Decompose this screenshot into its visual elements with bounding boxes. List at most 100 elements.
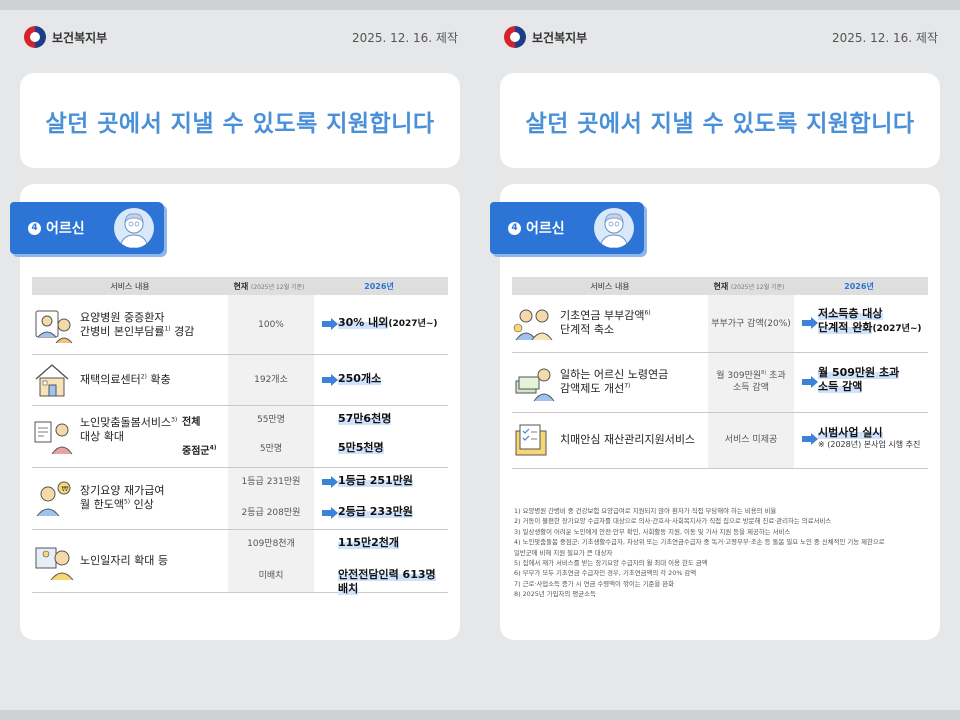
footnote: 2) 거동이 불편한 장기요양 수급자를 대상으로 의사·간호사·사회복지사가 … bbox=[514, 517, 832, 526]
section-label: 어르신 bbox=[46, 221, 85, 237]
elderly-woman-avatar-icon bbox=[594, 208, 634, 248]
section-tag: 4 어르신 bbox=[10, 202, 164, 254]
section-number: 4 bbox=[508, 221, 521, 235]
service-suffix: 확충 bbox=[146, 373, 171, 386]
new-value-2-text: 5만5천명 bbox=[338, 441, 384, 454]
col-2026: 2026년 bbox=[364, 281, 394, 291]
ministry-name: 보건복지부 bbox=[52, 30, 108, 45]
table-row: 재택의료센터2) 확충 192개소 250개소 bbox=[32, 355, 448, 406]
service-text: 노인일자리 확대 등 bbox=[80, 554, 168, 567]
service-line1-text: 기초연금 부부감액 bbox=[560, 309, 645, 322]
new-value: 30% 내외(2027년~) bbox=[338, 316, 438, 331]
col-current: 현재 (2025년 12월 기준) bbox=[228, 281, 310, 292]
arrow-right-icon bbox=[322, 476, 338, 488]
service-text: 요양병원 중증환자 간병비 본인부담률1) 경감 bbox=[80, 311, 194, 340]
service-text: 기초연금 부부감액6) 단계적 축소 bbox=[560, 309, 651, 338]
new-value-main: 30% 내외 bbox=[338, 316, 389, 329]
new-value-1: 57만6천명 bbox=[338, 412, 392, 426]
current-value-1: 1등급 231만원 bbox=[241, 477, 301, 487]
current-value: 100% bbox=[258, 320, 284, 330]
service-line2: 간병비 본인부담률1) 경감 bbox=[80, 325, 194, 339]
production-date: 2025. 12. 16. 제작 bbox=[351, 30, 458, 45]
new-value-2-text: 안전전담인력 613명 배치 bbox=[338, 568, 436, 596]
arrow-right-icon bbox=[322, 318, 338, 330]
service-line1: 재택의료센터 bbox=[80, 373, 141, 386]
title-card: 살던 곳에서 지낼 수 있도록 지원합니다 bbox=[500, 73, 940, 168]
footnote-ref: 3) bbox=[171, 416, 178, 424]
new-value-2: 5만5천명 bbox=[338, 441, 384, 455]
section-tag: 4 어르신 bbox=[490, 202, 644, 254]
current-value-2: 미배치 bbox=[258, 571, 284, 581]
new-value-line2-text: 소득 감액 bbox=[818, 380, 863, 394]
page-title: 살던 곳에서 지낼 수 있도록 지원합니다 bbox=[45, 110, 435, 137]
current-value-2: 2등급 208만원 bbox=[241, 508, 301, 518]
service-line2: 감액제도 개선7) bbox=[560, 382, 668, 396]
sub-category-all: 전체 bbox=[182, 417, 201, 428]
care-worker-icon bbox=[32, 416, 76, 456]
new-value-line2-text: 단계적 완화 bbox=[818, 321, 873, 335]
sub-category-focus: 중점군4) bbox=[182, 442, 217, 457]
col-current-note: (2025년 12월 기준) bbox=[251, 283, 305, 291]
new-value-1-text: 57만6천명 bbox=[338, 412, 392, 425]
table-row: 요양병원 중증환자 간병비 본인부담률1) 경감 100% 30% 내외(202… bbox=[32, 295, 448, 355]
new-value-main: 250개소 bbox=[338, 372, 382, 385]
current-value-1: 109만8천개 bbox=[247, 539, 295, 549]
service-line2: 월 한도액5) 인상 bbox=[80, 498, 164, 512]
new-value-note: (2027년~) bbox=[872, 324, 922, 335]
elderly-money-icon bbox=[512, 363, 556, 403]
house-clinic-icon bbox=[32, 361, 76, 401]
new-value-line2: 단계적 완화(2027년~) bbox=[818, 321, 922, 336]
footnote: 7) 근로·사업소득 증가 시 연금 수령액이 깎이는 기준을 완화 bbox=[514, 579, 675, 588]
service-line2: 대상 확대 bbox=[80, 430, 124, 444]
footnote-ref: 4) bbox=[209, 444, 217, 452]
elderly-coin-icon: ₩ bbox=[32, 478, 76, 518]
new-value-2-text: 2등급 233만원 bbox=[338, 505, 413, 518]
elderly-woman-avatar-icon bbox=[114, 208, 154, 248]
service-line2-text: 감액제도 개선 bbox=[560, 382, 625, 396]
service-line1: 요양병원 중증환자 bbox=[80, 311, 165, 324]
new-value: 저소득층 대상 단계적 완화(2027년~) bbox=[818, 307, 922, 336]
footnote-ref: 6) bbox=[644, 309, 651, 317]
current-value-line1-suffix: 초과 bbox=[766, 371, 786, 381]
footnote: 8) 2025년 가입자의 평균소득 bbox=[514, 590, 596, 598]
current-value-2: 5만명 bbox=[259, 444, 283, 454]
col-current-label: 현재 bbox=[713, 281, 729, 291]
col-2026: 2026년 bbox=[844, 281, 874, 291]
content-card: 4 어르신 서비스 내용 현재 (2025년 12월 기준) 2026년 bbox=[490, 184, 940, 640]
footnote: 1) 요양병원 간병비 중 건강보험 요양급여로 지원되지 않아 환자가 직접 … bbox=[514, 507, 777, 515]
service-line1: 노인맞춤돌봄서비스3) bbox=[80, 416, 177, 430]
service-line1-text: 노인맞춤돌봄서비스 bbox=[80, 416, 172, 429]
content-card: 4 어르신 서비스 내용 현재 (2025년 12월 기준) 2026년 bbox=[10, 184, 460, 640]
footnote: 3) 일상생활이 어려운 노인에게 안전·안부 확인, 사회활동 지원, 이동 … bbox=[514, 527, 791, 536]
new-value: 250개소 bbox=[338, 372, 382, 386]
table-row: 노인맞춤돌봄서비스3) 대상 확대 전체 중점군4) 55만명 5만명 57만6… bbox=[32, 406, 448, 468]
service-line1: 기초연금 부부감액6) bbox=[560, 309, 651, 323]
section-number: 4 bbox=[28, 221, 41, 235]
new-value-line1: 시범사업 실시 bbox=[818, 426, 920, 440]
ministry-logo: 보건복지부 bbox=[504, 26, 587, 48]
sub-category-focus-text: 중점군 bbox=[182, 446, 210, 457]
section-label: 어르신 bbox=[526, 221, 565, 237]
col-service: 서비스 내용 bbox=[590, 281, 630, 291]
new-value-note: ※ (2028년) 본사업 시행 추진 bbox=[818, 440, 921, 450]
service-text: 일하는 어르신 노령연금 감액제도 개선7) bbox=[560, 368, 668, 397]
footnote: 5) 집에서 재가 서비스를 받는 장기요양 수급자의 월 최대 이용 한도 금… bbox=[514, 558, 708, 567]
current-value-line1-text: 월 309만원 bbox=[716, 371, 762, 381]
right-page: 보건복지부 2025. 12. 16. 제작 살던 곳에서 지낼 수 있도록 지… bbox=[480, 10, 960, 710]
new-value: 시범사업 실시 ※ (2028년) 본사업 시행 추진 bbox=[818, 426, 920, 451]
bottom-border bbox=[0, 710, 960, 720]
current-value: 부부가구 감액(20%) bbox=[711, 319, 791, 329]
page-header: 보건복지부 2025. 12. 16. 제작 bbox=[504, 24, 938, 50]
ministry-logo: 보건복지부 bbox=[24, 26, 107, 48]
svg-text:₩: ₩ bbox=[62, 485, 69, 493]
new-value-1: 1등급 251만원 bbox=[338, 474, 413, 488]
service-line2: 단계적 축소 bbox=[560, 323, 615, 337]
elderly-worker-icon bbox=[32, 542, 76, 582]
current-value-1: 55만명 bbox=[256, 415, 285, 425]
footnotes: 1) 요양병원 간병비 중 건강보험 요양급여로 지원되지 않아 환자가 직접 … bbox=[514, 506, 926, 599]
taegeuk-logo-icon bbox=[504, 26, 526, 48]
table-row: ₩ 장기요양 재가급여 월 한도액5) 인상 1등급 231만원 2등급 208… bbox=[32, 468, 448, 530]
current-value: 192개소 bbox=[254, 375, 288, 385]
arrow-right-icon bbox=[322, 507, 338, 519]
new-value-1: 115만2천개 bbox=[338, 536, 399, 550]
